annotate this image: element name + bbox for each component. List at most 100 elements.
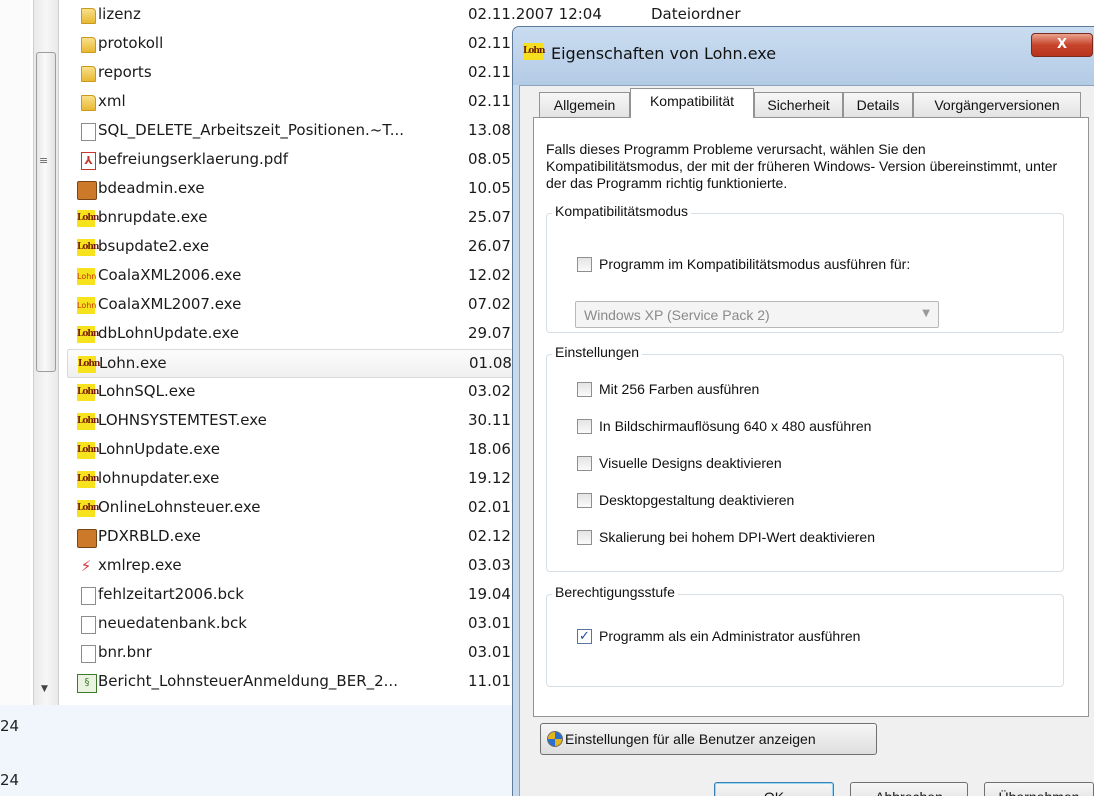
vertical-scrollbar[interactable]: ≡ ▼ <box>33 0 59 705</box>
lohn-app-icon: Lohn <box>523 43 545 60</box>
file-row[interactable]: Lohn LohnUpdate.exe 18.06 <box>67 436 527 465</box>
file-row[interactable]: Lohn Lohn.exe 01.08 <box>67 349 527 378</box>
lohn-small-icon: Lohn <box>77 268 96 285</box>
file-row[interactable]: § Bericht_LohnsteuerAnmeldung_BER_2... 11.… <box>67 668 527 697</box>
file-row[interactable]: xml 02.11 <box>67 88 527 117</box>
file-row[interactable]: Lohn LOHNSYSTEMTEST.exe 30.11 <box>67 407 527 436</box>
file-row[interactable]: ⅄ befreiungserklaerung.pdf 08.05 <box>67 146 527 175</box>
file-date: 02.11 <box>468 34 511 52</box>
file-date: 02.12 <box>468 527 511 545</box>
document-icon <box>81 616 96 634</box>
app-icon <box>77 529 97 548</box>
app-icon <box>77 181 97 200</box>
navigation-pane-edge <box>0 0 30 705</box>
setting-checkbox[interactable] <box>577 456 592 471</box>
dialog-titlebar[interactable]: Lohn Eigenschaften von Lohn.exe X <box>513 27 1094 85</box>
file-date: 25.07 <box>468 208 511 226</box>
file-date: 10.05 <box>468 179 511 197</box>
file-name: LohnUpdate.exe <box>98 440 220 458</box>
graph-icon: ⚡ <box>80 557 92 575</box>
lohn-icon: Lohn <box>77 326 99 343</box>
file-date: 29.07 <box>468 324 511 342</box>
file-date: 18.06 <box>468 440 511 458</box>
tab-vorgaengerversionen[interactable]: Vorgängerversionen <box>913 92 1081 117</box>
file-date: 03.01 <box>468 614 511 632</box>
file-name: xml <box>98 92 126 110</box>
file-date: 03.01 <box>468 643 511 661</box>
lohn-icon: Lohn <box>77 239 99 256</box>
setting-label: In Bildschirmauflösung 640 x 480 ausführ… <box>599 418 872 434</box>
cancel-button[interactable]: Abbrechen <box>850 782 968 796</box>
apply-button[interactable]: Übernehmen <box>984 782 1094 796</box>
compatibility-panel: Falls dieses Programm Probleme verursach… <box>533 117 1089 717</box>
file-row[interactable]: SQL_DELETE_Arbeitszeit_Positionen.~T... 1… <box>67 117 527 146</box>
file-row[interactable]: bnr.bnr 03.01 <box>67 639 527 668</box>
file-date: 13.08 <box>468 121 511 139</box>
file-name: bdeadmin.exe <box>98 179 205 197</box>
file-row[interactable]: Lohn bnrupdate.exe 25.07 <box>67 204 527 233</box>
tab-details[interactable]: Details <box>843 92 913 117</box>
file-row[interactable]: reports 02.11 <box>67 59 527 88</box>
setting-checkbox[interactable] <box>577 493 592 508</box>
button-label: Einstellungen für alle Benutzer anzeigen <box>565 731 816 747</box>
file-row[interactable]: Lohn lohnupdater.exe 19.12 <box>67 465 527 494</box>
file-date: 03.02 <box>468 382 511 400</box>
lohn-icon: Lohn <box>77 413 99 430</box>
run-as-admin-checkbox[interactable]: ✓ <box>577 629 592 644</box>
file-row[interactable]: Lohn CoalaXML2006.exe 12.02 <box>67 262 527 291</box>
folder-icon <box>81 95 96 111</box>
select-value: Windows XP (Service Pack 2) <box>584 307 770 323</box>
windows-version-select[interactable]: Windows XP (Service Pack 2) ▼ <box>575 301 939 328</box>
file-date: 11.01 <box>468 672 511 690</box>
tab-kompatibilitaet[interactable]: Kompatibilität <box>630 88 754 118</box>
file-row[interactable]: Lohn dbLohnUpdate.exe 29.07 <box>67 320 527 349</box>
document-icon <box>81 645 96 663</box>
file-row[interactable]: PDXRBLD.exe 02.12 <box>67 523 527 552</box>
folder-icon <box>81 8 96 24</box>
scroll-down-arrow-icon[interactable]: ▼ <box>41 684 48 694</box>
tab-allgemein[interactable]: Allgemein <box>539 92 630 117</box>
file-row[interactable]: Lohn LohnSQL.exe 03.02 <box>67 378 527 407</box>
file-name: bsupdate2.exe <box>98 237 210 255</box>
file-name: neuedatenbank.bck <box>98 614 247 632</box>
file-name: xmlrep.exe <box>98 556 182 574</box>
file-row[interactable]: Lohn OnlineLohnsteuer.exe 02.01 <box>67 494 527 523</box>
setting-checkbox[interactable] <box>577 419 592 434</box>
group-label: Kompatibilitätsmodus <box>552 203 692 219</box>
lohn-icon: Lohn <box>77 210 99 227</box>
dialog-title: Eigenschaften von Lohn.exe <box>551 44 777 63</box>
file-row[interactable]: bdeadmin.exe 10.05 <box>67 175 527 204</box>
pdf-icon: ⅄ <box>81 152 96 170</box>
file-name: CoalaXML2007.exe <box>98 295 242 313</box>
tab-sicherheit[interactable]: Sicherheit <box>754 92 843 117</box>
file-date: 07.02 <box>468 295 511 313</box>
file-row[interactable]: protokoll 02.11 <box>67 30 527 59</box>
compatibility-intro-text: Falls dieses Programm Probleme verursach… <box>546 141 1058 191</box>
lohn-icon: Lohn <box>78 356 100 373</box>
file-date: 30.11 <box>468 411 511 429</box>
file-row[interactable]: neuedatenbank.bck 03.01 <box>67 610 527 639</box>
file-row[interactable]: Lohn bsupdate2.exe 26.07 <box>67 233 527 262</box>
document-icon <box>81 587 96 605</box>
show-settings-all-users-button[interactable]: Einstellungen für alle Benutzer anzeigen <box>540 723 877 755</box>
compat-mode-label: Programm im Kompatibilitätsmodus ausführ… <box>599 256 911 272</box>
ok-button[interactable]: OK <box>714 782 834 796</box>
close-button[interactable]: X <box>1031 33 1093 57</box>
setting-checkbox[interactable] <box>577 530 592 545</box>
details-pane: 24 24 <box>0 705 512 796</box>
setting-label: Skalierung bei hohem DPI-Wert deaktivier… <box>599 529 875 545</box>
file-date: 08.05 <box>468 150 511 168</box>
compatibility-mode-group: Kompatibilitätsmodus Programm im Kompati… <box>546 203 1064 333</box>
file-date: 26.07 <box>468 237 511 255</box>
file-row[interactable]: ⚡ xmlrep.exe 03.03 <box>67 552 527 581</box>
file-name: LOHNSYSTEMTEST.exe <box>98 411 267 429</box>
file-row[interactable]: Lohn CoalaXML2007.exe 07.02 <box>67 291 527 320</box>
file-name: bnr.bnr <box>98 643 152 661</box>
setting-checkbox[interactable] <box>577 382 592 397</box>
file-name: LohnSQL.exe <box>98 382 196 400</box>
file-name: Bericht_LohnsteuerAnmeldung_BER_2... <box>98 672 398 690</box>
file-row[interactable]: lizenz 02.11.2007 12:04 Dateiordner <box>67 1 741 30</box>
file-row[interactable]: fehlzeitart2006.bck 19.04 <box>67 581 527 610</box>
compat-mode-checkbox[interactable] <box>577 257 592 272</box>
scrollbar-thumb[interactable] <box>36 52 56 372</box>
